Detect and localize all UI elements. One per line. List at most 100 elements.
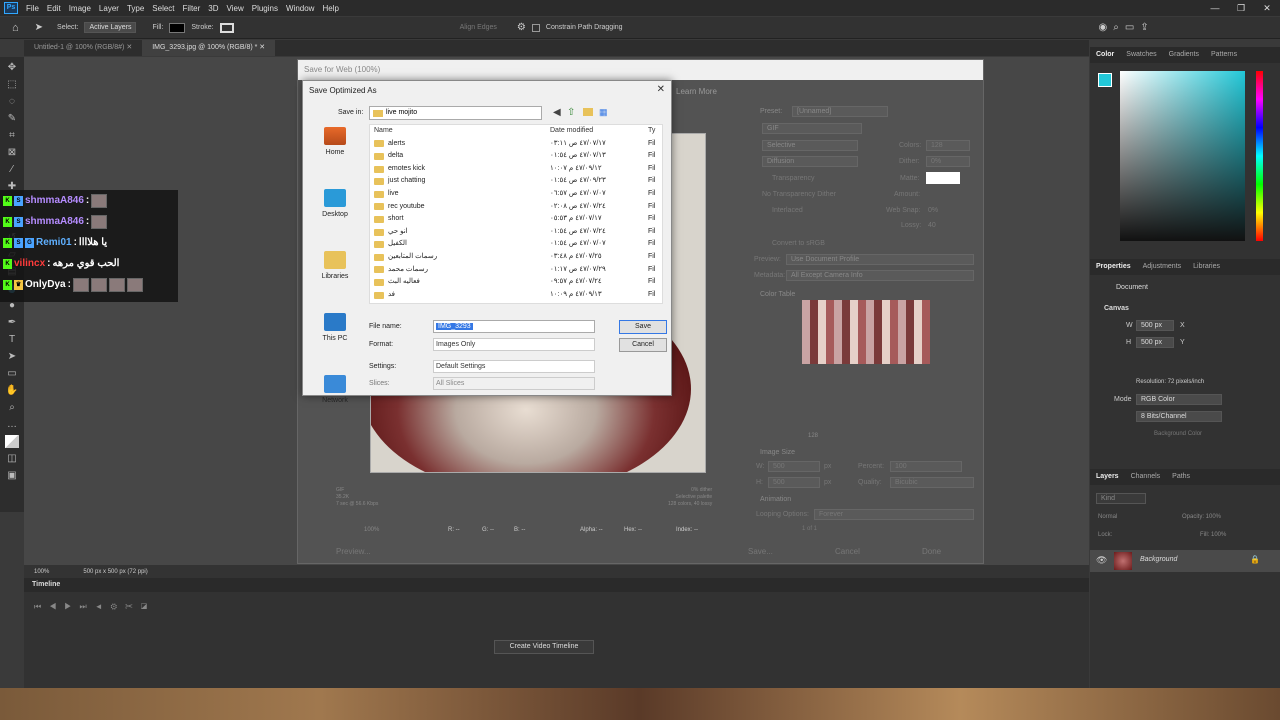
close-icon[interactable]: ✕: [657, 84, 665, 95]
split-icon[interactable]: ✂: [125, 602, 141, 611]
fill-swatch[interactable]: [169, 22, 186, 33]
quick-select-tool-icon[interactable]: ✎: [5, 112, 19, 125]
file-row[interactable]: فعاليه البث ٤٧/٠٧/٢٤ م ٠٩:٥٧ Fil: [370, 276, 662, 289]
learn-more-link[interactable]: Learn More: [676, 87, 717, 96]
file-row[interactable]: live ٤٧/٠٧/٠٧ ص ٠٦:٥٧ Fil: [370, 188, 662, 201]
hand-tool-icon[interactable]: ✋: [5, 384, 19, 397]
menu-edit[interactable]: Edit: [43, 4, 65, 13]
preview-profile-dropdown[interactable]: Use Document Profile: [786, 254, 974, 265]
back-icon[interactable]: ◀: [553, 107, 561, 118]
col-name[interactable]: Name: [370, 125, 550, 138]
screen-mode-icon[interactable]: ▣: [5, 469, 19, 482]
tab-gradients[interactable]: Gradients: [1169, 47, 1199, 63]
looping-dropdown[interactable]: Forever: [814, 509, 974, 520]
workspace-icon[interactable]: ▭: [1125, 22, 1134, 33]
convert-srgb-checkbox-label[interactable]: Convert to sRGB: [772, 240, 825, 247]
search-icon[interactable]: ⌕: [1113, 22, 1119, 33]
place-network[interactable]: Network: [315, 375, 355, 437]
sfw-zoom[interactable]: 100%: [364, 527, 379, 533]
type-tool-icon[interactable]: T: [5, 333, 19, 346]
menu-help[interactable]: Help: [318, 4, 342, 13]
place-this-pc[interactable]: This PC: [315, 313, 355, 375]
audio-icon[interactable]: ◄: [95, 602, 111, 611]
filename-input[interactable]: IMG_3293: [433, 320, 595, 333]
stroke-swatch[interactable]: [219, 22, 234, 33]
mode-dropdown[interactable]: RGB Color: [1136, 394, 1222, 405]
col-type[interactable]: Ty: [648, 125, 655, 138]
play-icon[interactable]: ▶: [64, 602, 79, 611]
metadata-dropdown[interactable]: All Except Camera Info: [786, 270, 974, 281]
canvas-h-field[interactable]: 500 px: [1136, 337, 1174, 348]
home-icon[interactable]: ⌂: [12, 22, 19, 34]
fg-color-swatch[interactable]: [1098, 73, 1112, 87]
eyedropper-tool-icon[interactable]: ⁄: [5, 163, 19, 176]
tab-channels[interactable]: Channels: [1131, 469, 1161, 485]
place-home[interactable]: Home: [315, 127, 355, 189]
tab-layers[interactable]: Layers: [1096, 469, 1119, 485]
hue-slider[interactable]: [1256, 71, 1263, 241]
next-frame-icon[interactable]: ⏭: [79, 602, 94, 611]
more-tools-icon[interactable]: …: [5, 418, 19, 431]
bits-dropdown[interactable]: 8 Bits/Channel: [1136, 411, 1222, 422]
tab-patterns[interactable]: Patterns: [1211, 47, 1237, 63]
move-tool-icon[interactable]: ✥: [5, 61, 19, 74]
sfw-done-button[interactable]: Done: [922, 547, 941, 556]
place-libraries[interactable]: Libraries: [315, 251, 355, 313]
lossy-field[interactable]: 40: [928, 222, 936, 229]
file-row[interactable]: rec youtube ٤٧/٠٧/٢٤ ص ٠٢:٠٨ Fil: [370, 201, 662, 214]
menu-window[interactable]: Window: [282, 4, 318, 13]
menu-image[interactable]: Image: [65, 4, 95, 13]
settings-icon[interactable]: ⚙: [111, 602, 125, 611]
file-row[interactable]: فد ٤٧/٠٩/١٣ م ١٠:٠٩ Fil: [370, 289, 662, 302]
gear-icon[interactable]: ⚙: [517, 22, 526, 33]
menu-layer[interactable]: Layer: [95, 4, 123, 13]
sfw-preview-button[interactable]: Preview...: [336, 547, 371, 556]
menu-3d[interactable]: 3D: [204, 4, 222, 13]
tab-untitled[interactable]: Untitled-1 @ 100% (RGB/8#) ✕: [24, 40, 142, 56]
rectangle-tool-icon[interactable]: ▭: [5, 367, 19, 380]
menu-type[interactable]: Type: [123, 4, 148, 13]
matte-swatch[interactable]: [926, 172, 960, 184]
up-folder-icon[interactable]: ⇧: [567, 107, 575, 118]
file-row[interactable]: emotes kick ٤٧/٠٩/١٢ م ١٠:٠٧ Fil: [370, 163, 662, 176]
no-transparency-dither-dropdown[interactable]: No Transparency Dither: [762, 191, 836, 198]
path-select-tool-icon[interactable]: ➤: [35, 22, 43, 33]
menu-filter[interactable]: Filter: [179, 4, 205, 13]
slices-dropdown[interactable]: All Slices: [433, 377, 595, 390]
minimize-icon[interactable]: —: [1202, 0, 1228, 16]
file-row[interactable]: الكفيل ٤٧/٠٧/٠٧ ص ٠١:٥٤ Fil: [370, 238, 662, 251]
place-desktop[interactable]: Desktop: [315, 189, 355, 251]
file-row[interactable]: delta ٤٧/٠٧/١٣ ص ٠١:٥٤ Fil: [370, 150, 662, 163]
file-row[interactable]: just chatting ٤٧/٠٩/٢٣ ص ٠١:٥٤ Fil: [370, 175, 662, 188]
new-folder-icon[interactable]: [583, 108, 593, 116]
first-frame-icon[interactable]: ⏮: [34, 602, 49, 611]
file-row[interactable]: alerts ٤٧/٠٧/١٧ ص ٠٣:١١ Fil: [370, 138, 662, 151]
sfw-save-button[interactable]: Save...: [748, 547, 773, 556]
tab-img3293[interactable]: IMG_3293.jpg @ 100% (RGB/8) * ✕: [142, 40, 276, 56]
dither-field[interactable]: 0%: [926, 156, 970, 167]
marquee-tool-icon[interactable]: ⬚: [5, 78, 19, 91]
file-row[interactable]: short ٤٧/٠٧/١٧ م ٠٥:٥٣ Fil: [370, 213, 662, 226]
format-dropdown[interactable]: GIF: [762, 123, 862, 134]
size-h-field[interactable]: 500: [768, 477, 820, 488]
prev-frame-icon[interactable]: ◀: [49, 602, 64, 611]
path-select-tool-icon[interactable]: ➤: [5, 350, 19, 363]
canvas-w-field[interactable]: 500 px: [1136, 320, 1174, 331]
color-picker-field[interactable]: [1120, 71, 1245, 241]
file-row[interactable]: انو حي ٤٧/٠٧/٢٤ ص ٠١:٥٤ Fil: [370, 226, 662, 239]
interlaced-checkbox-label[interactable]: Interlaced: [772, 207, 803, 214]
save-button[interactable]: Save: [619, 320, 667, 334]
size-w-field[interactable]: 500: [768, 461, 820, 472]
transition-icon[interactable]: ◪: [141, 602, 155, 611]
select-dropdown[interactable]: Active Layers: [84, 22, 137, 33]
tab-color[interactable]: Color: [1096, 47, 1114, 63]
tab-paths[interactable]: Paths: [1172, 469, 1190, 485]
share-icon[interactable]: ⇪: [1140, 22, 1148, 33]
layer-row[interactable]: 👁 Background 🔒: [1090, 550, 1280, 572]
format-dropdown[interactable]: Images Only: [433, 338, 595, 351]
col-date[interactable]: Date modified: [550, 125, 648, 138]
frame-tool-icon[interactable]: ⊠: [5, 146, 19, 159]
layer-fill[interactable]: Fill: 100%: [1200, 532, 1226, 538]
zoom-level[interactable]: 100%: [34, 569, 49, 575]
view-menu-icon[interactable]: ▦: [599, 107, 608, 118]
